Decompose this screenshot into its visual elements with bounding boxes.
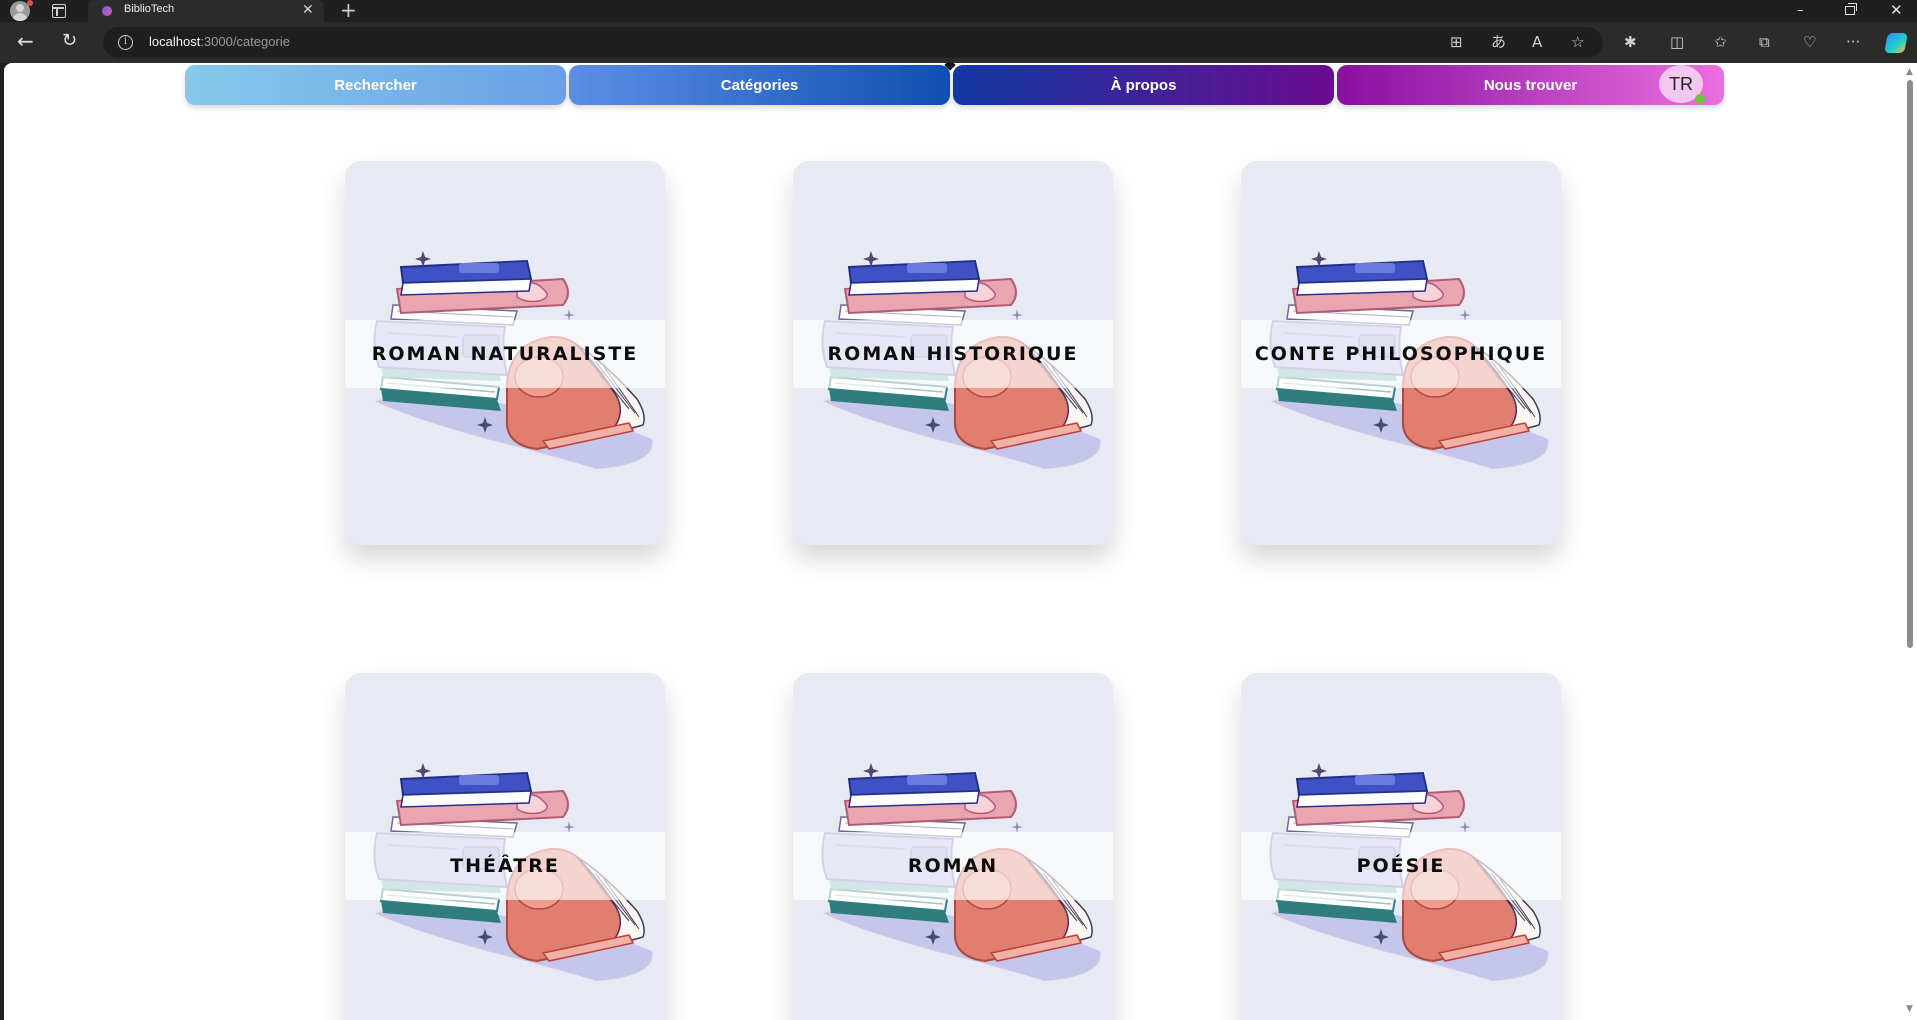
category-title: ROMAN (907, 855, 999, 877)
extensions-icon[interactable]: ✱ (1624, 33, 1637, 51)
read-aloud-icon[interactable]: A (1532, 33, 1542, 51)
site-info-icon[interactable]: i (118, 35, 133, 50)
category-title: THÉÂTRE (450, 855, 560, 877)
category-card-roman-historique[interactable]: ROMAN HISTORIQUE (793, 161, 1113, 545)
main-navbar: Rechercher Catégories À propos Nous trou… (185, 63, 1724, 105)
more-icon[interactable]: ··· (1846, 33, 1860, 51)
scroll-down-arrow-icon[interactable]: ▼ (1906, 1004, 1913, 1014)
favorite-star-icon[interactable]: ☆ (1571, 33, 1584, 51)
favorites-icon[interactable]: ✩ (1714, 33, 1727, 51)
app-available-icon[interactable]: ⊞ (1450, 33, 1463, 51)
window-close-button[interactable]: ✕ (1890, 1, 1903, 19)
nav-about-button[interactable]: À propos (953, 65, 1334, 105)
browser-essentials-icon[interactable]: ♡ (1803, 33, 1816, 51)
category-card-conte-philosophique[interactable]: CONTE PHILOSOPHIQUE (1241, 161, 1561, 545)
translate-icon[interactable]: あ (1491, 33, 1506, 51)
tab-bibliotech[interactable]: BiblioTech ✕ (88, 0, 324, 22)
page-viewport: Rechercher Catégories À propos Nous trou… (4, 63, 1917, 1020)
url-text[interactable]: localhost:3000/categorie (149, 34, 290, 49)
tab-actions-icon[interactable] (52, 4, 66, 18)
window-minimize-button[interactable]: – (1797, 3, 1804, 18)
category-title: CONTE PHILOSOPHIQUE (1254, 343, 1548, 365)
category-card-poesie[interactable]: POÉSIE (1241, 673, 1561, 1020)
scroll-up-arrow-icon[interactable]: ▲ (1906, 67, 1913, 77)
copilot-icon[interactable] (1884, 33, 1908, 53)
back-button[interactable]: ← (17, 30, 34, 52)
favicon-icon (102, 6, 112, 16)
nav-search-button[interactable]: Rechercher (185, 65, 566, 105)
category-card-roman[interactable]: ROMAN (793, 673, 1113, 1020)
split-screen-icon[interactable]: ◫ (1670, 33, 1684, 51)
tab-title: BiblioTech (124, 3, 175, 15)
url-path: :3000/categorie (200, 34, 290, 49)
page-scrollbar[interactable]: ▲ ▼ (1903, 63, 1917, 1020)
window-restore-button[interactable] (1845, 3, 1857, 15)
tab-close-icon[interactable]: ✕ (302, 2, 314, 18)
reload-button[interactable]: ↻ (62, 30, 77, 52)
nav-categories-button[interactable]: Catégories (569, 65, 950, 105)
tab-strip: BiblioTech ✕ + – ✕ (0, 0, 1917, 22)
online-status-dot (1695, 94, 1705, 104)
address-bar[interactable]: i localhost:3000/categorie (103, 27, 1603, 58)
category-card-theatre[interactable]: THÉÂTRE (345, 673, 665, 1020)
profile-notification-dot (27, 0, 33, 6)
scrollbar-thumb[interactable] (1907, 80, 1913, 648)
new-tab-button[interactable]: + (340, 0, 357, 21)
url-host: localhost (149, 34, 201, 49)
category-title: POÉSIE (1356, 855, 1446, 877)
category-card-roman-naturaliste[interactable]: ROMAN NATURALISTE (345, 161, 665, 545)
category-title: ROMAN NATURALISTE (371, 343, 639, 365)
collections-icon[interactable]: ⧉ (1759, 33, 1770, 51)
category-title: ROMAN HISTORIQUE (827, 343, 1079, 365)
